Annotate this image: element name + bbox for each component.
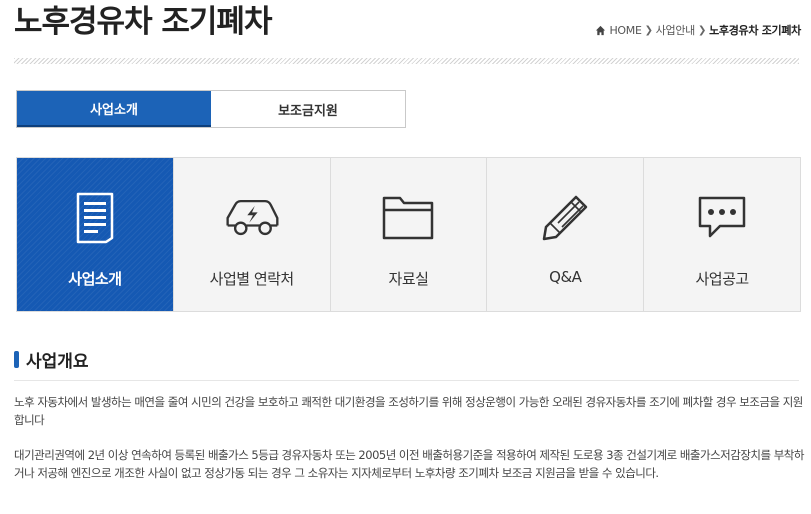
section-marker-icon [14,351,19,368]
breadcrumb: HOME ❯ 사업안내 ❯ 노후경유차 조기폐차 [595,22,801,38]
overview-paragraph-1: 노후 자동차에서 발생하는 매연을 줄여 시민의 건강을 보호하고 쾌적한 대기… [14,395,803,427]
card-announcements[interactable]: 사업공고 [644,158,800,311]
electric-car-icon [226,199,279,236]
breadcrumb-separator-icon: ❯ [644,24,653,36]
card-label: Q&A [549,268,582,286]
section-title-text: 사업개요 [26,352,89,372]
card-label: 사업공고 [695,270,749,288]
folder-icon [383,196,434,240]
card-label: 사업소개 [68,270,122,288]
card-qna[interactable]: Q&A [487,158,645,311]
tab-bar: 사업소개 보조금지원 [16,90,406,128]
title-divider [14,58,799,64]
card-business-intro[interactable]: 사업소개 [17,158,174,311]
tab-business-intro[interactable]: 사업소개 [17,91,211,127]
card-contacts[interactable]: 사업별 연락처 [173,158,331,311]
chat-bubble-icon [698,196,746,238]
card-archive[interactable]: 자료실 [330,158,488,311]
section-divider [14,380,799,381]
home-icon [596,25,606,35]
breadcrumb-separator-icon: ❯ [697,24,707,36]
breadcrumb-current: 노후경유차 조기폐차 [709,24,801,37]
quick-menu: 사업소개 사업별 연락처 자료실 Q&A 사업공고 [16,157,801,312]
page-title: 노후경유차 조기폐차 [14,4,272,40]
section-title: 사업개요 [14,347,89,372]
document-icon [76,192,114,244]
breadcrumb-home-link[interactable]: HOME [609,24,641,37]
card-label: 자료실 [388,270,429,288]
overview-paragraph-2: 대기관리권역에 2년 이상 연속하여 등록된 배출가스 5등급 경유자동차 또는… [14,448,804,480]
pencil-icon [543,195,588,241]
breadcrumb-guide-link[interactable]: 사업안내 [656,22,696,38]
tab-subsidy-support[interactable]: 보조금지원 [211,91,405,127]
card-label: 사업별 연락처 [209,270,295,288]
